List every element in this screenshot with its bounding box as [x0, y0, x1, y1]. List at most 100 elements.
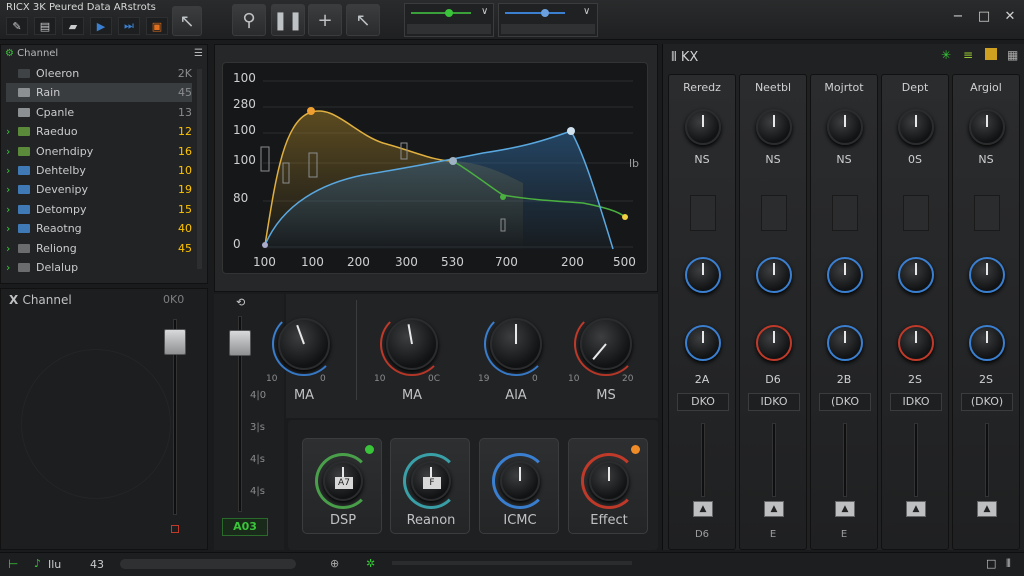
knob-control[interactable]: 10 0C MA: [374, 304, 450, 404]
strip-mode-button[interactable]: IDKO: [748, 393, 800, 411]
edit-icon[interactable]: ✎: [6, 17, 28, 35]
play-icon[interactable]: ▶: [90, 17, 112, 35]
knob-control[interactable]: 10 20 MS: [568, 304, 644, 404]
channel-list-item[interactable]: › Delalup: [6, 258, 192, 277]
eq-graph[interactable]: lb 100 280 100 100 80 0 100 100 200 300 530 700 200 5…: [222, 62, 648, 274]
gain-knob[interactable]: [756, 109, 792, 145]
strip-fader-handle[interactable]: ▲: [764, 501, 784, 517]
strip-fader-handle[interactable]: ▲: [906, 501, 926, 517]
gain-knob[interactable]: [969, 109, 1005, 145]
mid-fader-handle[interactable]: [229, 330, 251, 356]
expand-arrow-icon[interactable]: ›: [6, 145, 14, 158]
knob[interactable]: [386, 318, 438, 370]
strip-fader-handle[interactable]: ▲: [977, 501, 997, 517]
grid-icon[interactable]: ▦: [1007, 48, 1018, 62]
pan-knob[interactable]: [898, 257, 934, 293]
eq-node[interactable]: [622, 214, 628, 220]
channel-list-item[interactable]: Cpanle 13: [6, 103, 192, 122]
eq-node[interactable]: [262, 242, 268, 248]
channel-list-item[interactable]: › Reaotng 40: [6, 219, 192, 238]
fx-slot[interactable]: A7 DSP: [302, 438, 382, 534]
scroll-track[interactable]: [120, 559, 296, 569]
knob-control[interactable]: 19 0 AlA: [478, 304, 554, 404]
mute-indicator[interactable]: [171, 525, 179, 533]
strip-slot[interactable]: [903, 195, 929, 231]
menu-icon[interactable]: ☰: [194, 48, 203, 59]
pointer-tool-button[interactable]: ↖: [346, 4, 380, 36]
search-tool-button[interactable]: ⚲: [232, 4, 266, 36]
pan-knob[interactable]: [685, 257, 721, 293]
folder-icon[interactable]: ▰: [62, 17, 84, 35]
expand-arrow-icon[interactable]: ›: [6, 183, 14, 196]
pan-knob[interactable]: [827, 257, 863, 293]
expand-arrow-icon[interactable]: ›: [6, 164, 14, 177]
strip-mode-button[interactable]: DKO: [677, 393, 729, 411]
send-knob[interactable]: [827, 325, 863, 361]
scrollbar[interactable]: [197, 69, 202, 269]
fx-knob[interactable]: [500, 461, 540, 501]
chevron-down-icon[interactable]: ∨: [481, 6, 488, 17]
add-tool-button[interactable]: +: [308, 4, 342, 36]
list-icon[interactable]: ≡: [963, 48, 973, 62]
eq-node[interactable]: [500, 194, 506, 200]
fx-slot[interactable]: Effect: [568, 438, 648, 534]
fx-knob[interactable]: A7: [323, 461, 363, 501]
mid-fader-label[interactable]: A03: [222, 518, 268, 536]
knob-control[interactable]: 10 0 MA: [266, 304, 342, 404]
fx-slot[interactable]: F Reanon: [390, 438, 470, 534]
folder-icon[interactable]: [985, 48, 997, 60]
gain-knob[interactable]: [898, 109, 934, 145]
channel-list-item[interactable]: › Reliong 45: [6, 239, 192, 258]
track-slider-1[interactable]: ∨: [404, 3, 494, 37]
gain-knob[interactable]: [827, 109, 863, 145]
gear-icon[interactable]: ✲: [366, 557, 375, 570]
track-slider-2[interactable]: ∨: [498, 3, 598, 37]
knob[interactable]: [278, 318, 330, 370]
cursor-icon[interactable]: ↖: [172, 6, 202, 36]
channel-list-item[interactable]: › Onerhdipy 16: [6, 142, 192, 161]
strip-mode-button[interactable]: (DKO): [961, 393, 1013, 411]
save-icon[interactable]: ▤: [34, 17, 56, 35]
strip-fader-handle[interactable]: ▲: [693, 501, 713, 517]
expand-arrow-icon[interactable]: ›: [6, 261, 14, 274]
eq-node[interactable]: [449, 157, 457, 165]
minimize-button[interactable]: −: [948, 6, 968, 26]
progress-track[interactable]: [392, 561, 632, 565]
fx-knob[interactable]: [589, 461, 629, 501]
channel-list-item[interactable]: › Detompy 15: [6, 200, 192, 219]
knob[interactable]: [580, 318, 632, 370]
pause-tool-button[interactable]: ❚❚: [271, 4, 305, 36]
window-icon[interactable]: □: [986, 557, 996, 570]
track-handle[interactable]: [445, 9, 453, 17]
record-icon[interactable]: ▣: [146, 17, 168, 35]
eq-node[interactable]: [567, 127, 575, 135]
chevron-down-icon[interactable]: ∨: [583, 6, 590, 17]
send-knob[interactable]: [685, 325, 721, 361]
strip-slot[interactable]: [761, 195, 787, 231]
strip-fader-handle[interactable]: ▲: [835, 501, 855, 517]
expand-arrow-icon[interactable]: ›: [6, 203, 14, 216]
channel-list-item[interactable]: › Devenipy 19: [6, 180, 192, 199]
channel-list-item[interactable]: Rain 45: [6, 83, 192, 103]
strip-mode-button[interactable]: IDKO: [890, 393, 942, 411]
send-knob[interactable]: [898, 325, 934, 361]
pan-knob[interactable]: [756, 257, 792, 293]
expand-arrow-icon[interactable]: ›: [6, 222, 14, 235]
close-button[interactable]: ✕: [1000, 6, 1020, 26]
fx-knob[interactable]: F: [411, 461, 451, 501]
expand-arrow-icon[interactable]: ›: [6, 125, 14, 138]
forward-icon[interactable]: ⏭: [118, 17, 140, 35]
lock-icon[interactable]: ⊕: [330, 557, 339, 570]
fx-slot[interactable]: ICMC: [479, 438, 559, 534]
track-handle[interactable]: [541, 9, 549, 17]
strip-slot[interactable]: [690, 195, 716, 231]
channel-list-item[interactable]: › Raeduo 12: [6, 122, 192, 141]
bars-icon[interactable]: ⦀: [1006, 557, 1011, 571]
strip-slot[interactable]: [832, 195, 858, 231]
strip-slot[interactable]: [974, 195, 1000, 231]
send-knob[interactable]: [969, 325, 1005, 361]
play-marker-icon[interactable]: ⊢: [8, 557, 18, 571]
expand-arrow-icon[interactable]: ›: [6, 242, 14, 255]
channel-list-item[interactable]: Oleeron 2K: [6, 64, 192, 83]
send-knob[interactable]: [756, 325, 792, 361]
